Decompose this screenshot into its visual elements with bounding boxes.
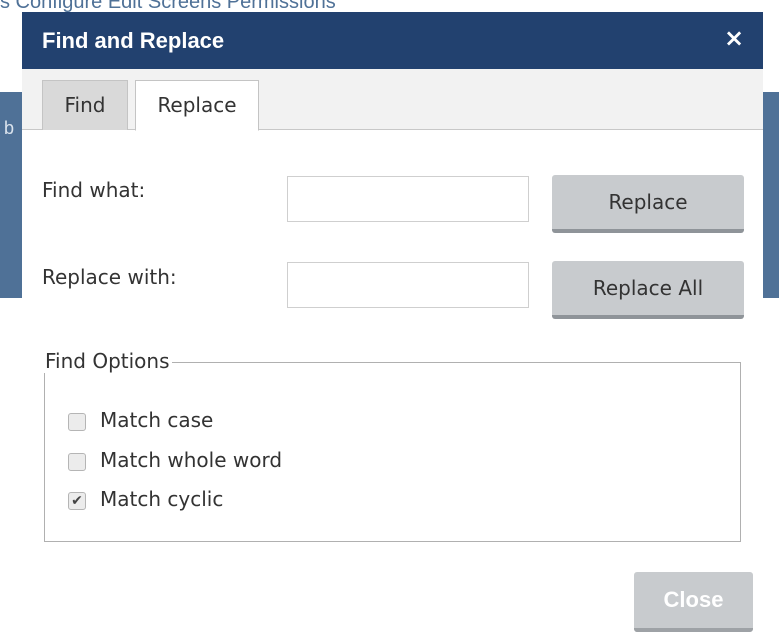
- find-what-input[interactable]: [287, 176, 529, 222]
- tab-strip: Find Replace: [22, 69, 763, 131]
- close-button[interactable]: Close: [634, 572, 753, 632]
- dialog-titlebar: Find and Replace ×: [22, 12, 763, 69]
- match-case-checkbox[interactable]: [68, 413, 86, 431]
- replace-button[interactable]: Replace: [552, 175, 744, 233]
- replace-all-button[interactable]: Replace All: [552, 261, 744, 319]
- find-options-legend: Find Options: [43, 349, 172, 373]
- match-cyclic-label[interactable]: Match cyclic: [100, 487, 223, 511]
- find-what-label: Find what:: [42, 178, 146, 202]
- tab-replace[interactable]: Replace: [135, 80, 259, 131]
- match-whole-word-label[interactable]: Match whole word: [100, 448, 282, 472]
- match-cyclic-checkbox[interactable]: ✔: [68, 492, 86, 510]
- match-whole-word-checkbox[interactable]: [68, 453, 86, 471]
- dialog-title: Find and Replace: [42, 28, 225, 53]
- match-case-label[interactable]: Match case: [100, 408, 213, 432]
- find-replace-dialog: Find and Replace × Find Replace Find wha…: [22, 12, 763, 634]
- close-icon[interactable]: ×: [722, 23, 746, 53]
- tab-find[interactable]: Find: [42, 80, 128, 130]
- background-page-text: b: [4, 118, 15, 138]
- replace-with-label: Replace with:: [42, 265, 177, 289]
- replace-with-input[interactable]: [287, 262, 529, 308]
